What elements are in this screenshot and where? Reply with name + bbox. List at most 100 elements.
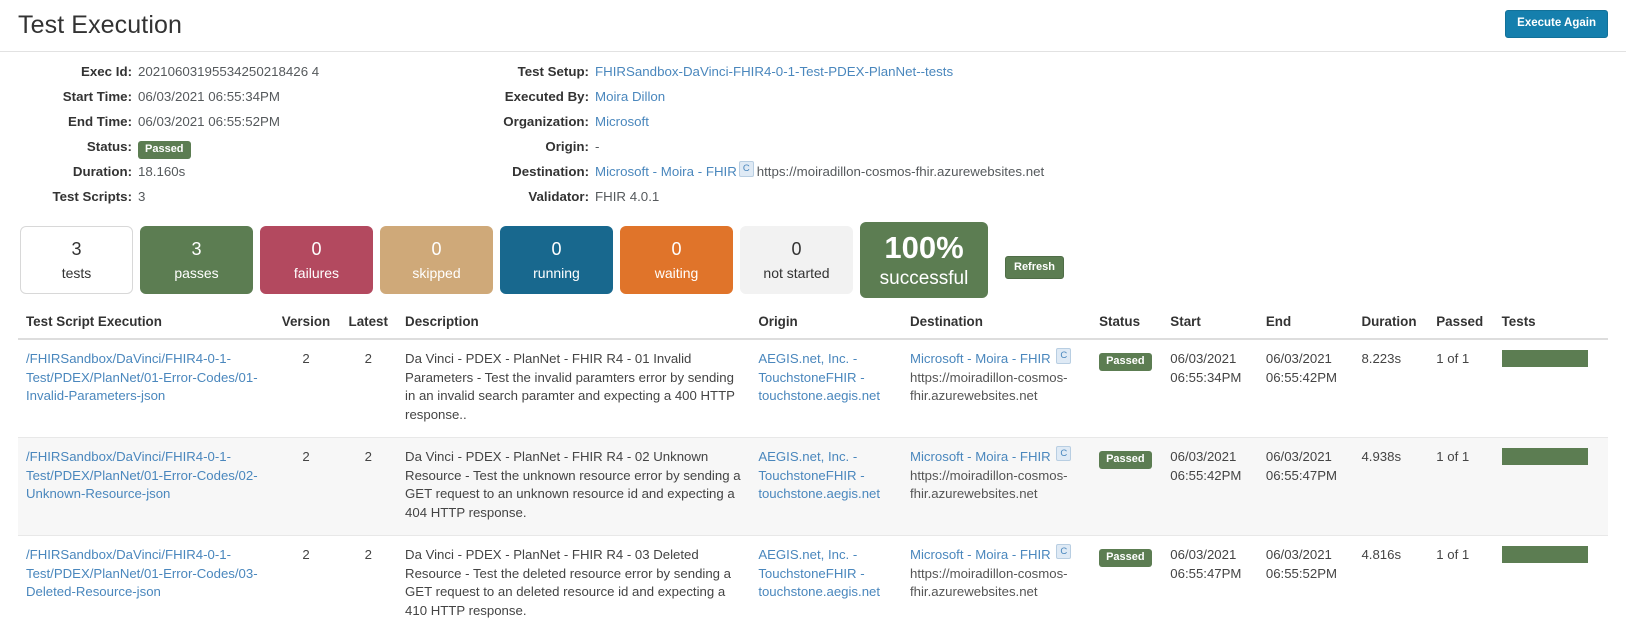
- stat-label: tests: [62, 265, 92, 281]
- cell-script-path: /FHIRSandbox/DaVinci/FHIR4-0-1-Test/PDEX…: [18, 339, 273, 437]
- test-script-link[interactable]: /FHIRSandbox/DaVinci/FHIR4-0-1-Test/PDEX…: [26, 351, 258, 403]
- stat-label: passes: [174, 265, 218, 281]
- cell-origin: AEGIS.net, Inc. - TouchstoneFHIR - touch…: [750, 339, 902, 437]
- meta-value[interactable]: Microsoft: [595, 114, 649, 129]
- cell-passed: 1 of 1: [1428, 535, 1493, 632]
- meta-value: FHIR 4.0.1: [595, 189, 659, 204]
- end-time: 06:55:52PM: [1266, 565, 1346, 584]
- tests-progress-fill: [1502, 350, 1588, 367]
- stat-box-passes[interactable]: 3passes: [140, 226, 253, 294]
- test-script-link[interactable]: /FHIRSandbox/DaVinci/FHIR4-0-1-Test/PDEX…: [26, 547, 258, 599]
- column-header-tests[interactable]: Tests: [1494, 308, 1608, 339]
- column-header-latest[interactable]: Latest: [339, 308, 397, 339]
- start-date: 06/03/2021: [1170, 546, 1250, 565]
- origin-link[interactable]: AEGIS.net, Inc. - TouchstoneFHIR - touch…: [758, 547, 880, 599]
- cell-script-path: /FHIRSandbox/DaVinci/FHIR4-0-1-Test/PDEX…: [18, 535, 273, 632]
- stat-box-running[interactable]: 0running: [500, 226, 613, 294]
- meta-row: Organization:Microsoft: [430, 114, 1626, 139]
- meta-label: Duration:: [0, 164, 138, 179]
- column-header-version[interactable]: Version: [273, 308, 340, 339]
- destination-link[interactable]: Microsoft - Moira - FHIR: [595, 164, 737, 179]
- meta-value[interactable]: Moira Dillon: [595, 89, 665, 104]
- capability-c-badge[interactable]: C: [1056, 446, 1071, 462]
- meta-value[interactable]: FHIRSandbox-DaVinci-FHIR4-0-1-Test-PDEX-…: [595, 64, 953, 79]
- meta-row: Destination:Microsoft - Moira - FHIRChtt…: [430, 164, 1626, 189]
- refresh-button[interactable]: Refresh: [1005, 256, 1064, 279]
- meta-label: Executed By:: [430, 89, 595, 104]
- stat-label: waiting: [655, 265, 699, 281]
- meta-value: -: [595, 139, 599, 154]
- cell-duration: 4.816s: [1353, 535, 1428, 632]
- stat-label: skipped: [412, 265, 460, 281]
- end-date: 06/03/2021: [1266, 448, 1346, 467]
- stat-box-skipped[interactable]: 0skipped: [380, 226, 493, 294]
- destination-link[interactable]: Microsoft - Moira - FHIR: [910, 547, 1054, 562]
- meta-value[interactable]: Microsoft - Moira - FHIRChttps://moiradi…: [595, 164, 1044, 182]
- cell-version: 2: [273, 437, 340, 535]
- destination-url: https://moiradillon-cosmos-fhir.azureweb…: [910, 467, 1083, 504]
- cell-origin: AEGIS.net, Inc. - TouchstoneFHIR - touch…: [750, 437, 902, 535]
- column-header-end[interactable]: End: [1258, 308, 1354, 339]
- origin-link[interactable]: AEGIS.net, Inc. - TouchstoneFHIR - touch…: [758, 351, 880, 403]
- meta-value: 06/03/2021 06:55:52PM: [138, 114, 280, 129]
- summary-stats: 3 tests 3passes0failures0skipped0running 0 w…: [0, 218, 1626, 308]
- stat-value: 0: [671, 239, 681, 260]
- cell-tests-bar: [1494, 535, 1608, 632]
- stat-box-failures[interactable]: 0failures: [260, 226, 373, 294]
- destination-link[interactable]: Microsoft - Moira - FHIR: [910, 351, 1054, 366]
- meta-row: Exec Id:20210603195534250218426 4: [0, 64, 430, 89]
- cell-end-time: 06/03/202106:55:47PM: [1258, 437, 1354, 535]
- column-header-destination[interactable]: Destination: [902, 308, 1091, 339]
- success-percent-value: 100%: [884, 230, 963, 266]
- capability-c-badge[interactable]: C: [1056, 544, 1071, 560]
- meta-column-right: Test Setup:FHIRSandbox-DaVinci-FHIR4-0-1…: [430, 64, 1626, 214]
- cell-passed: 1 of 1: [1428, 437, 1493, 535]
- stat-value: 3: [71, 239, 81, 260]
- meta-row: End Time:06/03/2021 06:55:52PM: [0, 114, 430, 139]
- meta-value: 06/03/2021 06:55:34PM: [138, 89, 280, 104]
- meta-row: Validator:FHIR 4.0.1: [430, 189, 1626, 214]
- stat-box-not-started[interactable]: 0not started: [740, 226, 853, 294]
- cell-status: Passed: [1091, 339, 1162, 437]
- end-date: 06/03/2021: [1266, 350, 1346, 369]
- column-header-origin[interactable]: Origin: [750, 308, 902, 339]
- column-header-passed[interactable]: Passed: [1428, 308, 1493, 339]
- execute-again-button[interactable]: Execute Again: [1505, 10, 1608, 38]
- stat-box-successful-percent: 100%successful: [860, 222, 988, 298]
- column-header-status[interactable]: Status: [1091, 308, 1162, 339]
- cell-end-time: 06/03/202106:55:42PM: [1258, 339, 1354, 437]
- cell-description: Da Vinci - PDEX - PlanNet - FHIR R4 - 01…: [397, 339, 750, 437]
- destination-url: https://moiradillon-cosmos-fhir.azureweb…: [757, 164, 1044, 179]
- column-header-start[interactable]: Start: [1162, 308, 1258, 339]
- cell-status: Passed: [1091, 535, 1162, 632]
- capability-c-badge[interactable]: C: [739, 161, 754, 177]
- cell-duration: 4.938s: [1353, 437, 1428, 535]
- page-title: Test Execution: [18, 11, 182, 40]
- meta-row: Start Time:06/03/2021 06:55:34PM: [0, 89, 430, 114]
- cell-latest: 2: [339, 535, 397, 632]
- stat-box-tests[interactable]: 3 tests: [20, 226, 133, 294]
- destination-link[interactable]: Microsoft - Moira - FHIR: [910, 449, 1054, 464]
- meta-row: Executed By:Moira Dillon: [430, 89, 1626, 114]
- tests-progress-track: [1502, 448, 1588, 465]
- meta-row: Status:Passed: [0, 139, 430, 164]
- meta-row: Test Scripts:3: [0, 189, 430, 214]
- origin-link[interactable]: AEGIS.net, Inc. - TouchstoneFHIR - touch…: [758, 449, 880, 501]
- cell-description: Da Vinci - PDEX - PlanNet - FHIR R4 - 02…: [397, 437, 750, 535]
- cell-destination: Microsoft - Moira - FHIR Chttps://moirad…: [902, 437, 1091, 535]
- meta-value: 3: [138, 189, 145, 204]
- start-time: 06:55:42PM: [1170, 467, 1250, 486]
- meta-row: Duration:18.160s: [0, 164, 430, 189]
- test-script-link[interactable]: /FHIRSandbox/DaVinci/FHIR4-0-1-Test/PDEX…: [26, 449, 258, 501]
- column-header-description[interactable]: Description: [397, 308, 750, 339]
- meta-value: 18.160s: [138, 164, 185, 179]
- stat-box-waiting[interactable]: 0 waiting: [620, 226, 733, 294]
- column-header-duration[interactable]: Duration: [1353, 308, 1428, 339]
- column-header-test-script-execution[interactable]: Test Script Execution: [18, 308, 273, 339]
- cell-description: Da Vinci - PDEX - PlanNet - FHIR R4 - 03…: [397, 535, 750, 632]
- meta-label: Test Scripts:: [0, 189, 138, 204]
- tests-progress-track: [1502, 350, 1588, 367]
- capability-c-badge[interactable]: C: [1056, 348, 1071, 364]
- table-row: /FHIRSandbox/DaVinci/FHIR4-0-1-Test/PDEX…: [18, 339, 1608, 437]
- cell-version: 2: [273, 339, 340, 437]
